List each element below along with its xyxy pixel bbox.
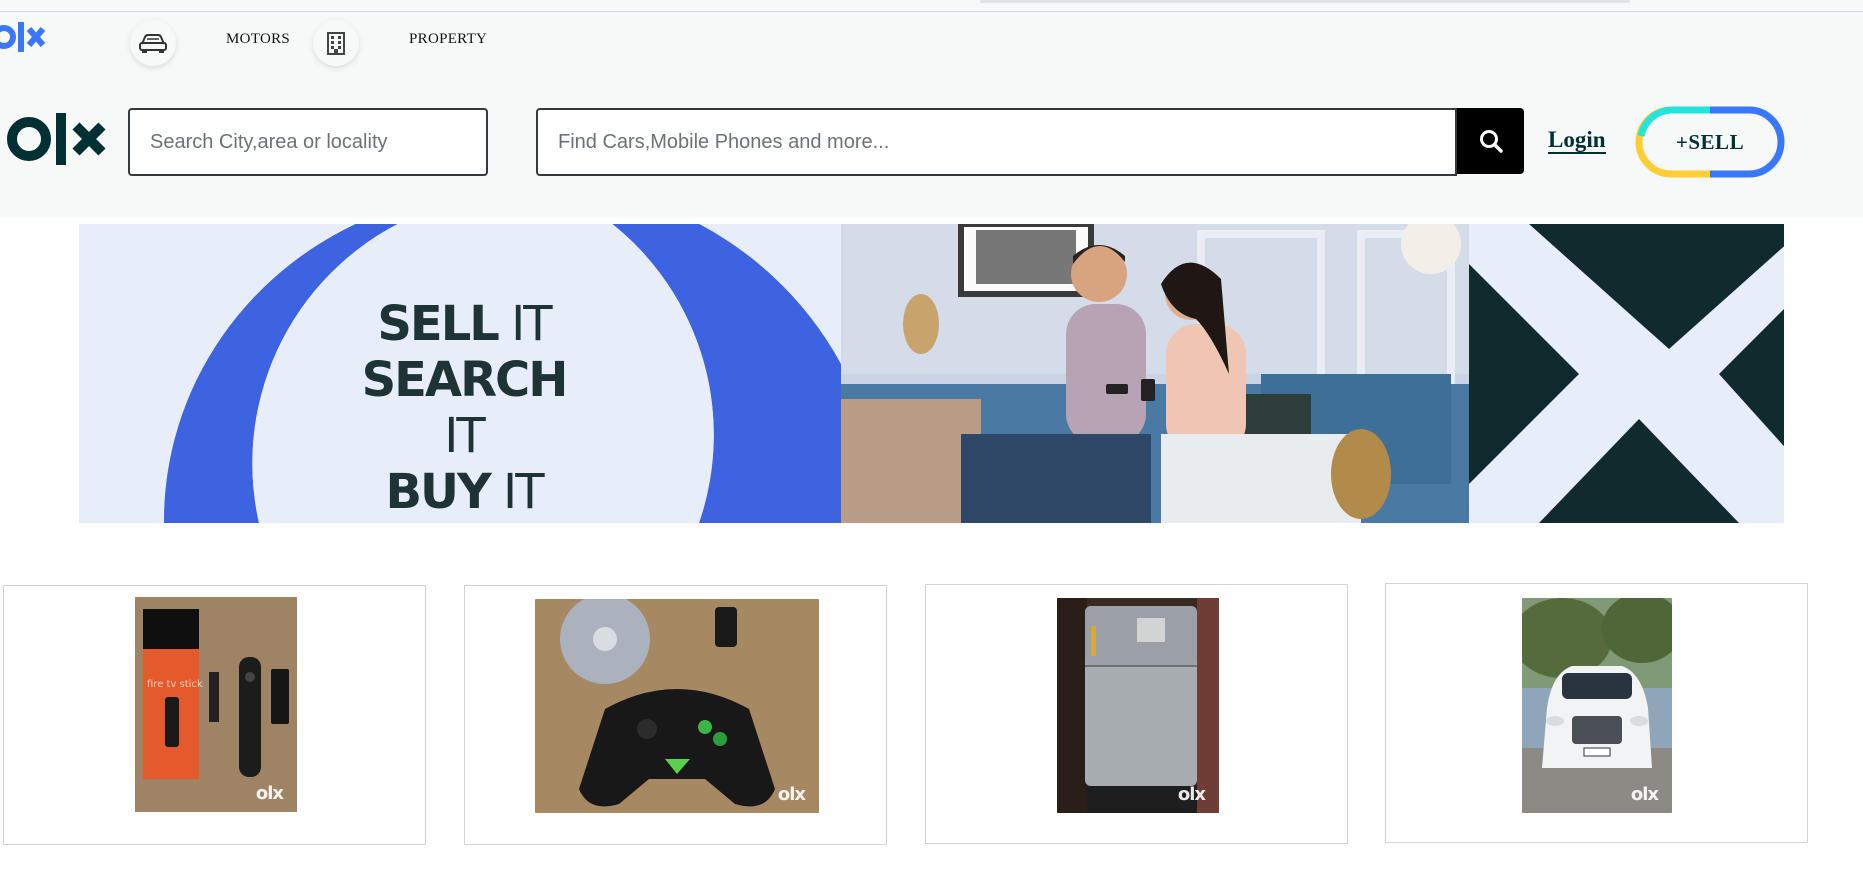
banner-couple-photo (841, 224, 1469, 523)
product-thumbnail: olx (1057, 598, 1219, 813)
product-card[interactable]: fire tv stick olx (3, 585, 426, 845)
banner-x-graphic (1469, 224, 1784, 523)
banner-word-it-1: IT (497, 296, 552, 352)
promo-banner[interactable]: SELL IT SEARCH IT BUY IT (79, 224, 1784, 523)
olx-watermark: olx (255, 783, 284, 804)
product-thumbnail: olx (1522, 598, 1672, 813)
product-card[interactable]: olx (925, 584, 1348, 844)
olx-watermark: olx (1630, 784, 1659, 805)
product-thumbnail-text: fire tv stick (147, 679, 203, 690)
olx-watermark: olx (1177, 784, 1206, 805)
olx-watermark: olx (777, 784, 806, 805)
search-button[interactable] (1457, 108, 1524, 174)
product-card[interactable]: olx (1385, 583, 1808, 843)
banner-word-sell: SELL (377, 296, 500, 352)
product-card[interactable]: olx (464, 585, 887, 845)
category-label-property: PROPERTY (409, 31, 488, 47)
search-input[interactable] (538, 110, 1455, 174)
top-highlight (980, 0, 1630, 3)
banner-word-buy: BUY (385, 464, 491, 520)
banner-slogan: SELL IT SEARCH IT BUY IT (349, 296, 579, 520)
search-field[interactable] (536, 108, 1457, 176)
location-search-field[interactable] (128, 108, 488, 176)
banner-word-search: SEARCH (361, 352, 569, 408)
olx-logo-small[interactable] (0, 20, 54, 54)
category-label-motors: MOTORS (226, 31, 291, 47)
banner-word-it-2: IT (444, 408, 486, 464)
product-thumbnail: fire tv stick olx (135, 597, 297, 812)
sell-button[interactable]: +SELL (1635, 106, 1785, 178)
car-icon (130, 20, 176, 66)
banner-word-it-3: IT (489, 464, 544, 520)
building-icon (313, 20, 359, 66)
search-icon (1479, 130, 1503, 153)
location-input[interactable] (130, 110, 486, 174)
login-link[interactable]: Login (1548, 127, 1606, 155)
sell-button-label: +SELL (1675, 129, 1745, 154)
product-thumbnail: olx (535, 599, 819, 813)
top-divider (0, 11, 1863, 12)
banner-slogan-panel: SELL IT SEARCH IT BUY IT (79, 224, 841, 523)
olx-logo[interactable] (4, 110, 108, 168)
